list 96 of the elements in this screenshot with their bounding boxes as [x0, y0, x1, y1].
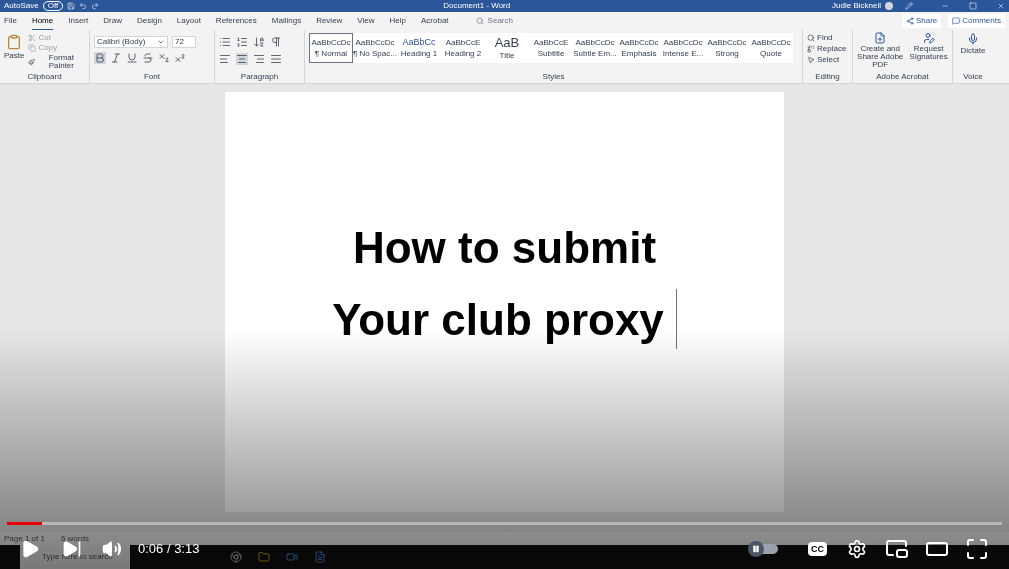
style-tile[interactable]: AaBbCc Heading 1: [397, 33, 441, 63]
share-button[interactable]: Share: [901, 14, 942, 28]
time-display: 0:06 / 3:13: [138, 540, 200, 559]
caret-icon: [157, 38, 165, 46]
maximize-icon[interactable]: [969, 2, 977, 10]
group-label: Adobe Acrobat: [875, 73, 930, 83]
group-label: Font: [143, 73, 161, 83]
window-title: Document1 - Word: [443, 2, 511, 10]
sort-icon[interactable]: [253, 36, 265, 48]
paintbrush-icon: [28, 58, 36, 66]
comment-icon: [952, 17, 961, 25]
style-tile[interactable]: AaBbCcE Subtitle: [529, 33, 573, 63]
ribbon-tab[interactable]: Help: [389, 13, 406, 29]
search-field[interactable]: Search: [475, 15, 513, 27]
copy-icon: [28, 44, 37, 52]
style-tile[interactable]: AaBbCcDc Subtle Em...: [573, 33, 617, 63]
underline-icon[interactable]: [126, 52, 138, 64]
group-label: Clipboard: [26, 73, 63, 83]
request-signatures-button[interactable]: Request Signatures: [907, 32, 950, 61]
ribbon-tab[interactable]: Layout: [176, 13, 201, 29]
word-count: 6 words: [60, 532, 89, 545]
replace-icon: [807, 45, 815, 53]
progress-track[interactable]: [7, 522, 1002, 525]
comments-button[interactable]: Comments: [948, 14, 1005, 28]
style-tile[interactable]: AaB Title: [485, 33, 529, 63]
play-icon[interactable]: [20, 539, 40, 559]
captions-button[interactable]: CC: [808, 542, 827, 556]
group-label: Paragraph: [239, 73, 280, 83]
miniplayer-icon[interactable]: [885, 537, 909, 561]
search-icon: [475, 17, 484, 25]
align-center-icon[interactable]: [236, 53, 248, 65]
strikethrough-icon[interactable]: [142, 52, 154, 64]
autosave-label: AutoSave: [4, 2, 39, 10]
undo-icon[interactable]: [79, 2, 88, 10]
pilcrow-icon[interactable]: [270, 36, 282, 48]
group-label: Styles: [541, 73, 566, 83]
signature-icon: [922, 32, 935, 44]
font-name-field[interactable]: Calibri (Body): [94, 36, 168, 48]
style-tile[interactable]: AaBbCcDc ¶ No Spac...: [353, 33, 397, 63]
user-name: Judie Bicknell: [832, 2, 881, 10]
document-text: How to submit: [352, 222, 657, 274]
clipboard-icon: [6, 34, 23, 50]
style-tile[interactable]: AaBbCcDc Quote: [749, 33, 793, 63]
page-count: Page 1 of 1: [4, 532, 45, 545]
font-size-field[interactable]: 72: [172, 36, 196, 48]
format-painter-button[interactable]: Format Painter: [28, 54, 85, 70]
microphone-icon: [967, 33, 979, 45]
group-label: Voice: [962, 73, 984, 83]
close-icon[interactable]: [997, 2, 1005, 10]
align-right-icon[interactable]: [253, 53, 265, 65]
style-tile[interactable]: AaBbCcDc Intense E...: [661, 33, 705, 63]
ribbon-tab[interactable]: File: [4, 13, 17, 29]
subscript-icon[interactable]: [158, 52, 170, 64]
ribbon-tab[interactable]: Acrobat: [421, 13, 449, 29]
save-icon[interactable]: [67, 2, 76, 10]
redo-icon[interactable]: [91, 2, 100, 10]
pause-icon: [752, 545, 760, 553]
fullscreen-icon[interactable]: [965, 537, 989, 561]
justify-icon[interactable]: [270, 53, 282, 65]
ribbon-tab[interactable]: Review: [316, 13, 343, 29]
superscript-icon[interactable]: [174, 52, 186, 64]
paste-button[interactable]: Paste: [4, 34, 25, 60]
ribbon-tab[interactable]: Design: [136, 13, 162, 29]
replace-button[interactable]: Replace: [807, 45, 848, 53]
ribbon-tab[interactable]: View: [357, 13, 375, 29]
document-text: Your club proxy: [332, 293, 664, 346]
find-button[interactable]: Find: [807, 34, 848, 42]
numbering-icon[interactable]: [236, 36, 248, 48]
pointer-icon: [807, 56, 815, 64]
italic-icon[interactable]: [110, 52, 122, 64]
ribbon-tab[interactable]: Home: [31, 12, 54, 30]
create-pdf-button[interactable]: Create and Share Adobe PDF: [855, 32, 906, 69]
style-tile[interactable]: AaBbCcDc Strong: [705, 33, 749, 63]
align-left-icon[interactable]: [219, 53, 231, 65]
bold-icon[interactable]: [94, 52, 106, 64]
scissors-icon: [28, 34, 37, 42]
text-cursor: [675, 289, 677, 349]
ribbon-tab[interactable]: Mailings: [271, 13, 302, 29]
search-icon: [807, 34, 815, 42]
style-tile[interactable]: AaBbCcDc ¶ Normal: [309, 33, 353, 63]
ribbon-tab[interactable]: Insert: [68, 13, 89, 29]
next-icon[interactable]: [62, 539, 82, 559]
pdf-icon: [874, 32, 887, 44]
pen-icon[interactable]: [905, 2, 913, 10]
select-button[interactable]: Select: [807, 56, 848, 64]
style-tile[interactable]: AaBbCcDc Emphasis: [617, 33, 661, 63]
group-label: Editing: [814, 73, 841, 83]
settings-icon[interactable]: [847, 539, 867, 559]
bullets-icon[interactable]: [219, 36, 231, 48]
browser-icon[interactable]: [230, 551, 242, 563]
style-tile[interactable]: AaBbCcE Heading 2: [441, 33, 485, 63]
share-icon: [905, 17, 914, 25]
avatar-icon[interactable]: [885, 2, 893, 10]
ribbon-tab[interactable]: References: [215, 13, 257, 29]
ribbon-tab[interactable]: Draw: [103, 13, 122, 29]
dictate-button[interactable]: Dictate: [960, 33, 986, 73]
